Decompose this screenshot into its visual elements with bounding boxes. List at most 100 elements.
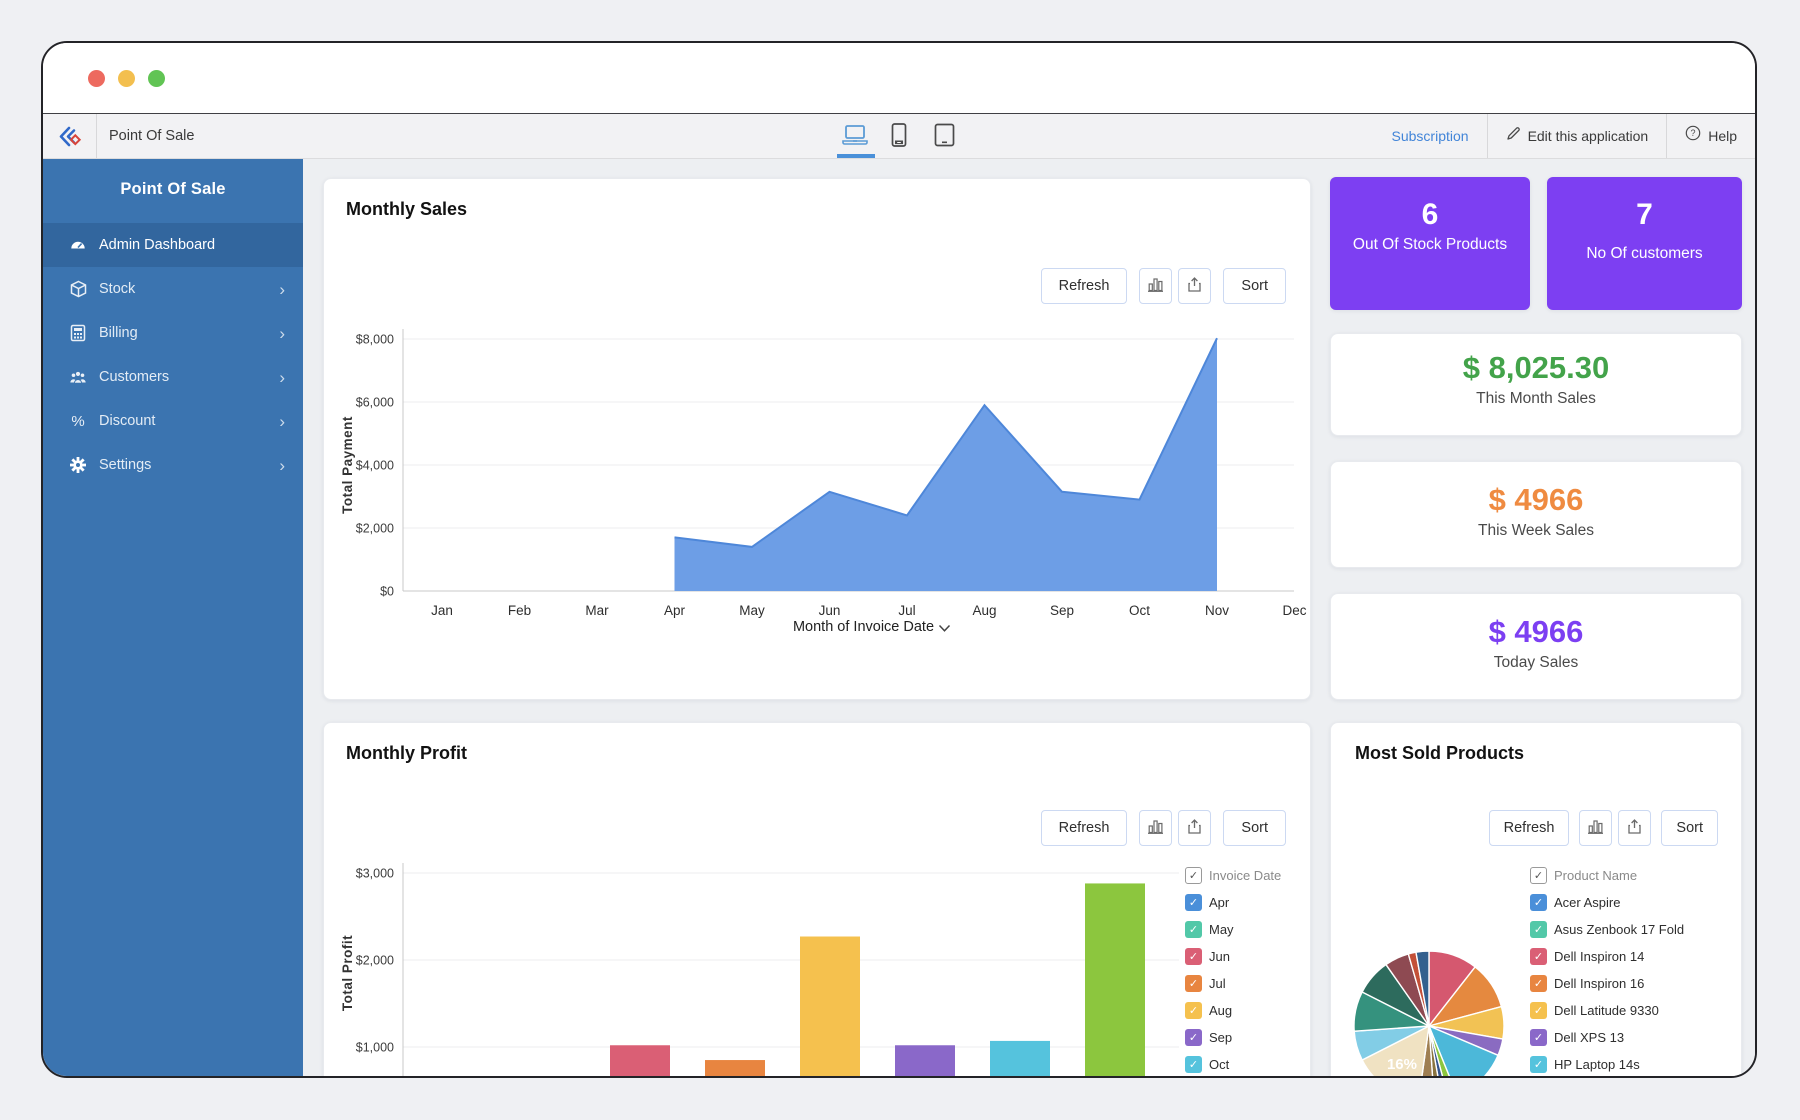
sidebar-item-label: Customers — [99, 369, 169, 385]
product-legend-item-dell-inspiron-14[interactable]: ✓Dell Inspiron 14 — [1530, 948, 1684, 965]
today-sales-label: Today Sales — [1331, 654, 1741, 672]
checkbox-icon[interactable]: ✓ — [1530, 1029, 1547, 1046]
customers-stat-card[interactable]: 7 No Of customers — [1547, 177, 1742, 310]
checkbox-icon[interactable]: ✓ — [1185, 921, 1202, 938]
bar-jun[interactable] — [610, 1045, 670, 1078]
out-of-stock-stat-card[interactable]: 6 Out Of Stock Products — [1330, 177, 1530, 310]
app-logo-icon[interactable] — [57, 124, 83, 150]
product-legend-header[interactable]: ✓ Product Name — [1530, 867, 1684, 884]
product-name-legend: ✓ Product Name ✓Acer Aspire ✓Asus Zenbook 1… — [1530, 867, 1684, 1078]
subscription-link[interactable]: Subscription — [1374, 114, 1487, 158]
checkbox-icon[interactable]: ✓ — [1530, 867, 1547, 884]
this-month-sales-card: $ 8,025.30 This Month Sales — [1330, 333, 1742, 436]
chart-type-button[interactable] — [1579, 810, 1612, 846]
checkbox-icon[interactable]: ✓ — [1530, 975, 1547, 992]
bar-aug[interactable] — [800, 937, 860, 1078]
sidebar: Point Of Sale Admin DashboardStock›Billi… — [43, 159, 303, 1076]
x-tick-label: Mar — [585, 603, 609, 618]
checkbox-icon[interactable]: ✓ — [1530, 894, 1547, 911]
edit-application-button[interactable]: Edit this application — [1488, 114, 1667, 158]
x-tick-label: Dec — [1282, 603, 1306, 618]
week-sales-value: $ 4966 — [1331, 482, 1741, 518]
invoice-date-legend-item-may[interactable]: ✓May — [1185, 921, 1281, 938]
invoice-date-legend-item-jun[interactable]: ✓Jun — [1185, 948, 1281, 965]
product-legend-item-dell-xps-13[interactable]: ✓Dell XPS 13 — [1530, 1029, 1684, 1046]
checkbox-icon[interactable]: ✓ — [1185, 1029, 1202, 1046]
sidebar-item-label: Admin Dashboard — [99, 237, 215, 253]
sidebar-item-admin-dashboard[interactable]: Admin Dashboard — [43, 223, 303, 267]
invoice-date-legend-header[interactable]: ✓ Invoice Date — [1185, 867, 1281, 884]
product-legend-item-dell-latitude-9330[interactable]: ✓ Dell Latitude 9330 — [1530, 1002, 1684, 1019]
monthly-sales-panel: Monthly Sales Refresh — [323, 178, 1311, 700]
x-tick-label: Sep — [1050, 603, 1074, 618]
help-button[interactable]: ? Help — [1667, 114, 1755, 158]
legend-label: Invoice Date — [1209, 868, 1281, 883]
x-axis-dropdown[interactable]: Month of Invoice Date — [434, 619, 1310, 635]
legend-label: Oct — [1209, 1057, 1229, 1072]
sidebar-item-stock[interactable]: Stock› — [43, 267, 303, 311]
checkbox-icon[interactable]: ✓ — [1185, 1002, 1202, 1019]
window-titlebar — [43, 43, 1755, 113]
y-tick-label: $8,000 — [356, 333, 394, 347]
close-window-button[interactable] — [88, 70, 105, 87]
sort-button[interactable]: Sort — [1661, 810, 1718, 846]
svg-text:?: ? — [1691, 128, 1696, 138]
export-button[interactable] — [1618, 810, 1651, 846]
product-legend-item-asus-zenbook-17-fold[interactable]: ✓Asus Zenbook 17 Fold — [1530, 921, 1684, 938]
invoice-date-legend-item-jul[interactable]: ✓Jul — [1185, 975, 1281, 992]
month-sales-label: This Month Sales — [1331, 390, 1741, 408]
sidebar-item-settings[interactable]: Settings› — [43, 443, 303, 487]
bar-chart-icon — [1587, 818, 1604, 839]
legend-label: Dell Latitude 9330 — [1554, 1003, 1659, 1018]
checkbox-icon[interactable]: ✓ — [1530, 948, 1547, 965]
checkbox-icon[interactable]: ✓ — [1530, 1056, 1547, 1073]
checkbox-icon[interactable]: ✓ — [1530, 1002, 1547, 1019]
chevron-right-icon: › — [279, 281, 285, 298]
invoice-date-legend-item-apr[interactable]: ✓Apr — [1185, 894, 1281, 911]
active-device-underline — [837, 154, 875, 158]
y-tick-label: $0 — [380, 585, 394, 599]
discount-icon: % — [69, 412, 87, 430]
refresh-button[interactable]: Refresh — [1489, 810, 1570, 846]
bar-nov[interactable] — [1085, 883, 1145, 1078]
product-legend-item-acer-aspire[interactable]: ✓Acer Aspire — [1530, 894, 1684, 911]
tablet-icon[interactable] — [933, 122, 956, 154]
invoice-date-legend-item-aug[interactable]: ✓ Aug — [1185, 1002, 1281, 1019]
checkbox-icon[interactable]: ✓ — [1185, 948, 1202, 965]
minimize-window-button[interactable] — [118, 70, 135, 87]
stock-icon — [69, 280, 87, 298]
y-tick-label: $3,000 — [356, 867, 394, 881]
legend-label: Product Name — [1554, 868, 1637, 883]
this-week-sales-card: $ 4966 This Week Sales — [1330, 461, 1742, 568]
y-tick-label: $2,000 — [356, 954, 394, 968]
phone-icon[interactable] — [890, 122, 908, 154]
x-tick-label: Jan — [431, 603, 453, 618]
sidebar-item-discount[interactable]: %Discount› — [43, 399, 303, 443]
laptop-icon[interactable] — [841, 123, 869, 152]
stat-value: 6 — [1330, 198, 1530, 232]
chevron-right-icon: › — [279, 457, 285, 474]
app-window: Point Of Sale Subscription — [41, 41, 1757, 1078]
checkbox-icon[interactable]: ✓ — [1185, 975, 1202, 992]
invoice-date-legend-item-oct[interactable]: ✓ Oct — [1185, 1056, 1281, 1073]
bar-oct[interactable] — [990, 1041, 1050, 1078]
invoice-date-legend-item-sep[interactable]: ✓Sep — [1185, 1029, 1281, 1046]
x-tick-label: Jun — [819, 603, 841, 618]
bar-sep[interactable] — [895, 1045, 955, 1078]
y-tick-label: $4,000 — [356, 459, 394, 473]
checkbox-icon[interactable]: ✓ — [1185, 1056, 1202, 1073]
sidebar-item-billing[interactable]: Billing› — [43, 311, 303, 355]
product-legend-item-hp-laptop-14s[interactable]: ✓HP Laptop 14s — [1530, 1056, 1684, 1073]
month-sales-value: $ 8,025.30 — [1331, 350, 1741, 386]
sidebar-item-customers[interactable]: Customers› — [43, 355, 303, 399]
legend-label: Dell Inspiron 16 — [1554, 976, 1644, 991]
product-legend-item-dell-inspiron-16[interactable]: ✓ Dell Inspiron 16 — [1530, 975, 1684, 992]
checkbox-icon[interactable]: ✓ — [1185, 894, 1202, 911]
checkbox-icon[interactable]: ✓ — [1185, 867, 1202, 884]
checkbox-icon[interactable]: ✓ — [1530, 921, 1547, 938]
customers-icon — [69, 368, 87, 386]
zoom-window-button[interactable] — [148, 70, 165, 87]
legend-label: Aug — [1209, 1003, 1232, 1018]
bar-jul[interactable] — [705, 1060, 765, 1078]
y-tick-label: $6,000 — [356, 396, 394, 410]
